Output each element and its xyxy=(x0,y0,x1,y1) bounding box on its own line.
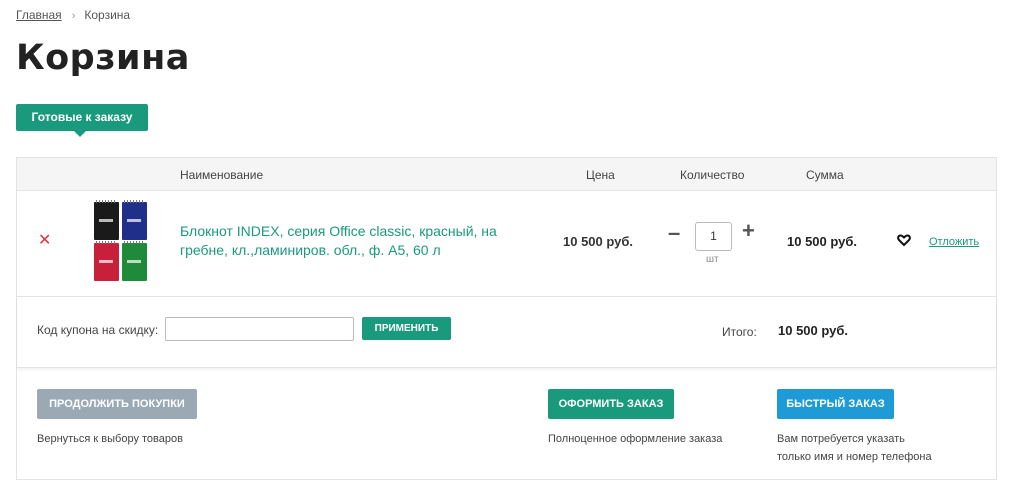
postpone-link[interactable]: Отложить xyxy=(929,236,979,248)
quick-order-hint-line2: только имя и номер телефона xyxy=(777,451,932,463)
breadcrumb-home-link[interactable]: Главная xyxy=(16,8,62,22)
plus-icon[interactable]: + xyxy=(742,220,755,242)
checkout-hint: Полноценное оформление заказа xyxy=(548,433,723,445)
header-name: Наименование xyxy=(180,168,264,182)
page-title: Корзина xyxy=(16,38,190,78)
product-name-link[interactable]: Блокнот INDEX, серия Office classic, кра… xyxy=(180,222,525,260)
total-value: 10 500 руб. xyxy=(778,323,849,338)
tab-ready-to-order[interactable]: Готовые к заказу xyxy=(16,104,148,137)
coupon-row: Код купона на скидку: ПРИМЕНИТЬ Итого: 1… xyxy=(17,297,996,368)
heart-icon[interactable] xyxy=(897,233,911,247)
header-quantity: Количество xyxy=(680,168,745,182)
continue-hint: Вернуться к выбору товаров xyxy=(37,433,183,445)
header-price: Цена xyxy=(586,168,615,182)
continue-shopping-button[interactable]: ПРОДОЛЖИТЬ ПОКУПКИ xyxy=(37,389,197,419)
cart-table: Наименование Цена Количество Сумма ✕ Бло… xyxy=(16,157,997,480)
quick-order-button[interactable]: БЫСТРЫЙ ЗАКАЗ xyxy=(777,389,894,419)
quantity-input[interactable]: 1 xyxy=(695,222,732,251)
coupon-label: Код купона на скидку: xyxy=(37,323,159,337)
quick-order-hint: Вам потребуется указать только имя и ном… xyxy=(777,430,932,466)
cart-table-header: Наименование Цена Количество Сумма xyxy=(17,158,996,191)
breadcrumb: Главная › Корзина xyxy=(16,8,130,22)
checkout-button[interactable]: ОФОРМИТЬ ЗАКАЗ xyxy=(548,389,674,419)
product-sum: 10 500 руб. xyxy=(787,234,858,249)
product-thumbnail[interactable] xyxy=(94,200,148,282)
quick-order-hint-line1: Вам потребуется указать xyxy=(777,433,905,445)
notebook-green-image xyxy=(122,241,147,281)
apply-coupon-button[interactable]: ПРИМЕНИТЬ xyxy=(362,317,451,340)
notebook-red-image xyxy=(94,241,119,281)
header-sum: Сумма xyxy=(806,168,844,182)
product-price: 10 500 руб. xyxy=(563,234,634,249)
breadcrumb-separator: › xyxy=(71,10,76,22)
close-icon[interactable]: ✕ xyxy=(38,233,51,249)
cart-actions: ПРОДОЛЖИТЬ ПОКУПКИ Вернуться к выбору то… xyxy=(17,368,996,479)
breadcrumb-current: Корзина xyxy=(84,8,131,22)
cart-item-row: ✕ Блокнот INDEX, серия Office classic, к… xyxy=(17,191,996,297)
total-label: Итого: xyxy=(722,325,757,339)
quantity-unit: шт xyxy=(706,254,719,265)
notebook-black-image xyxy=(94,200,119,240)
coupon-input[interactable] xyxy=(165,317,354,341)
minus-icon[interactable]: – xyxy=(668,222,680,244)
notebook-blue-image xyxy=(122,200,147,240)
